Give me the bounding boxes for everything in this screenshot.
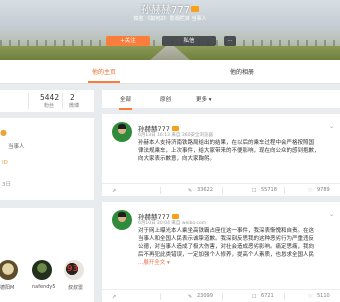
repost-button[interactable]: ☐ 55718 — [252, 187, 277, 194]
action-divider — [222, 293, 223, 300]
post-meta: 6月10日 20:04 来自 weibo.com — [138, 221, 207, 226]
like-icon: ♡ — [308, 294, 313, 300]
post-actions: ⇗ ✎ 33622 ☐ 55718 ♡ 9789 — [102, 183, 340, 196]
like-count: 9789 — [317, 187, 330, 193]
chevron-down-icon[interactable]: ⌄ — [329, 123, 334, 130]
like-button[interactable]: ♡ 9789 — [308, 187, 330, 194]
fan-name[interactable]: 叔叔雷 — [68, 284, 83, 291]
comment-count: 23099 — [197, 293, 213, 299]
post-text-line: 向大家表示歉意，向大家鞠躬。 — [138, 156, 216, 162]
forward-icon: ⇗ — [112, 188, 117, 194]
action-divider — [160, 293, 161, 300]
message-button[interactable]: 私信 — [162, 36, 216, 46]
expand-link[interactable]: ...展开全文 ▾ — [138, 259, 340, 267]
like-icon: ♡ — [308, 188, 313, 194]
vip-icon — [171, 126, 179, 131]
post-text-line: 律法规乘车，上次事件，给大家带来的不便影响，现在向公众的感到抱歉， — [138, 148, 320, 154]
repost-icon: ☐ — [252, 188, 257, 194]
profile-name-row: 孙赫赫777 — [0, 1, 340, 16]
info-tag: 当事人 — [8, 144, 25, 150]
post-text-line: 孙赫本人支持济南铁路局给出的结果，在以后的乘车过程中会严格按照国 — [138, 140, 315, 146]
fan-avatar[interactable]: 93 — [64, 260, 84, 280]
action-divider — [222, 187, 223, 194]
post-text-line: 当事人和全国人民表示诚挚道歉。我深刻反思我的这种恶劣行为严重违反 — [138, 236, 315, 242]
chevron-down-icon[interactable]: ⌄ — [329, 211, 334, 218]
comment-button[interactable]: ✎ 33622 — [188, 187, 213, 194]
heart-icon: ● — [0, 128, 7, 137]
fan-avatar[interactable] — [32, 260, 52, 280]
repost-icon: ☐ — [252, 294, 257, 300]
filter-all[interactable]: 全部 — [118, 95, 133, 110]
post-text: 对于网上曝光本人乘坐高铁霸占座位这一事件，我深表惭愧和自责。在这 当事人和全国人… — [138, 227, 340, 267]
feed-post: 孙赫赫777 ⌄ 6月10日 20:04 来自 weibo.com 对于网上曝光… — [102, 202, 340, 302]
filter-original[interactable]: 原创 — [160, 95, 171, 103]
fan-name[interactable]: nafendy5 — [32, 284, 56, 290]
tab-home[interactable]: 他的主页 — [87, 67, 121, 83]
post-avatar[interactable] — [112, 122, 132, 142]
tab-album[interactable]: 他的相册 — [230, 67, 254, 76]
stat-divider — [28, 93, 29, 109]
post-actions: ⇗ ✎ 23099 ☐ 6721 ♡ 5110 — [102, 289, 340, 302]
filter-more[interactable]: 更多 ▾ — [196, 95, 212, 103]
action-divider — [284, 187, 285, 194]
profile-description: 知名 《如何2》 影视栏目 当事人 — [133, 16, 207, 22]
post-meta: 6月13日 16:13 来自 360安全浏览器 — [138, 133, 213, 138]
more-options-button[interactable]: ⋯ — [224, 36, 236, 46]
post-text-line: 后不再犯此类错误，一定加强个人修养，提高个人素质，也恳求全国人民 — [138, 252, 315, 258]
post-avatar[interactable] — [112, 210, 132, 230]
post-text-line: 对于网上曝光本人乘坐高铁霸占座位这一事件，我深表惭愧和自责。在这 — [138, 228, 315, 234]
avatar-badge-icon: 93 — [67, 264, 79, 273]
profile-tab-bar: 他的主页 他的相册 — [0, 60, 340, 84]
repost-button[interactable]: ☐ 6721 — [252, 293, 274, 300]
repost-count: 55718 — [261, 187, 277, 193]
like-button[interactable]: ♡ 5110 — [308, 293, 330, 300]
post-text-line: 公德，对当事人造成了极大伤害，对社会造成恶劣影响。痛定思痛，我向 — [138, 244, 315, 250]
vip-icon — [191, 6, 200, 12]
comment-count: 33622 — [197, 187, 213, 193]
forward-icon: ⇗ — [112, 294, 117, 300]
comment-icon: ✎ — [188, 294, 193, 300]
action-divider — [160, 187, 161, 194]
feed-post: 孙赫赫777 ⌄ 6月13日 16:13 来自 360安全浏览器 孙赫本人支持济… — [102, 114, 340, 196]
comment-button[interactable]: ✎ 23099 — [188, 293, 213, 300]
forward-button[interactable]: ⇗ — [112, 293, 121, 300]
repost-count: 6721 — [261, 293, 274, 299]
post-text: 孙赫本人支持济南铁路局给出的结果，在以后的乘车过程中会严格按照国 律法规乘车，上… — [138, 139, 340, 163]
stats-card: 5442 粉丝 2 微博 — [0, 90, 94, 112]
feed-filter-bar: 全部 原创 更多 ▾ — [102, 90, 340, 110]
fan-name[interactable]: 德阳M — [0, 284, 14, 291]
like-count: 5110 — [317, 293, 330, 299]
forward-button[interactable]: ⇗ — [112, 187, 121, 194]
info-date: 3日 — [2, 182, 11, 188]
profile-info-card: ● 当事人 ID 3日 — [0, 118, 94, 200]
fan-avatar[interactable] — [0, 260, 18, 280]
stat-value-fans[interactable]: 5442 — [40, 93, 59, 102]
comment-icon: ✎ — [188, 188, 193, 194]
stat-label-posts: 微博 — [69, 103, 80, 109]
stat-divider — [62, 93, 63, 109]
profile-cover: 孙赫赫777 知名 《如何2》 影视栏目 当事人 +关注 私信 ⋯ — [0, 0, 340, 60]
info-id: ID — [2, 160, 8, 166]
stat-label-fans: 粉丝 — [44, 103, 55, 109]
action-divider — [284, 293, 285, 300]
fans-card: 93 德阳M nafendy5 叔叔雷 — [0, 208, 94, 302]
vip-icon — [171, 214, 179, 219]
follow-button[interactable]: +关注 — [106, 36, 150, 46]
stat-value-posts[interactable]: 2 — [70, 93, 75, 102]
